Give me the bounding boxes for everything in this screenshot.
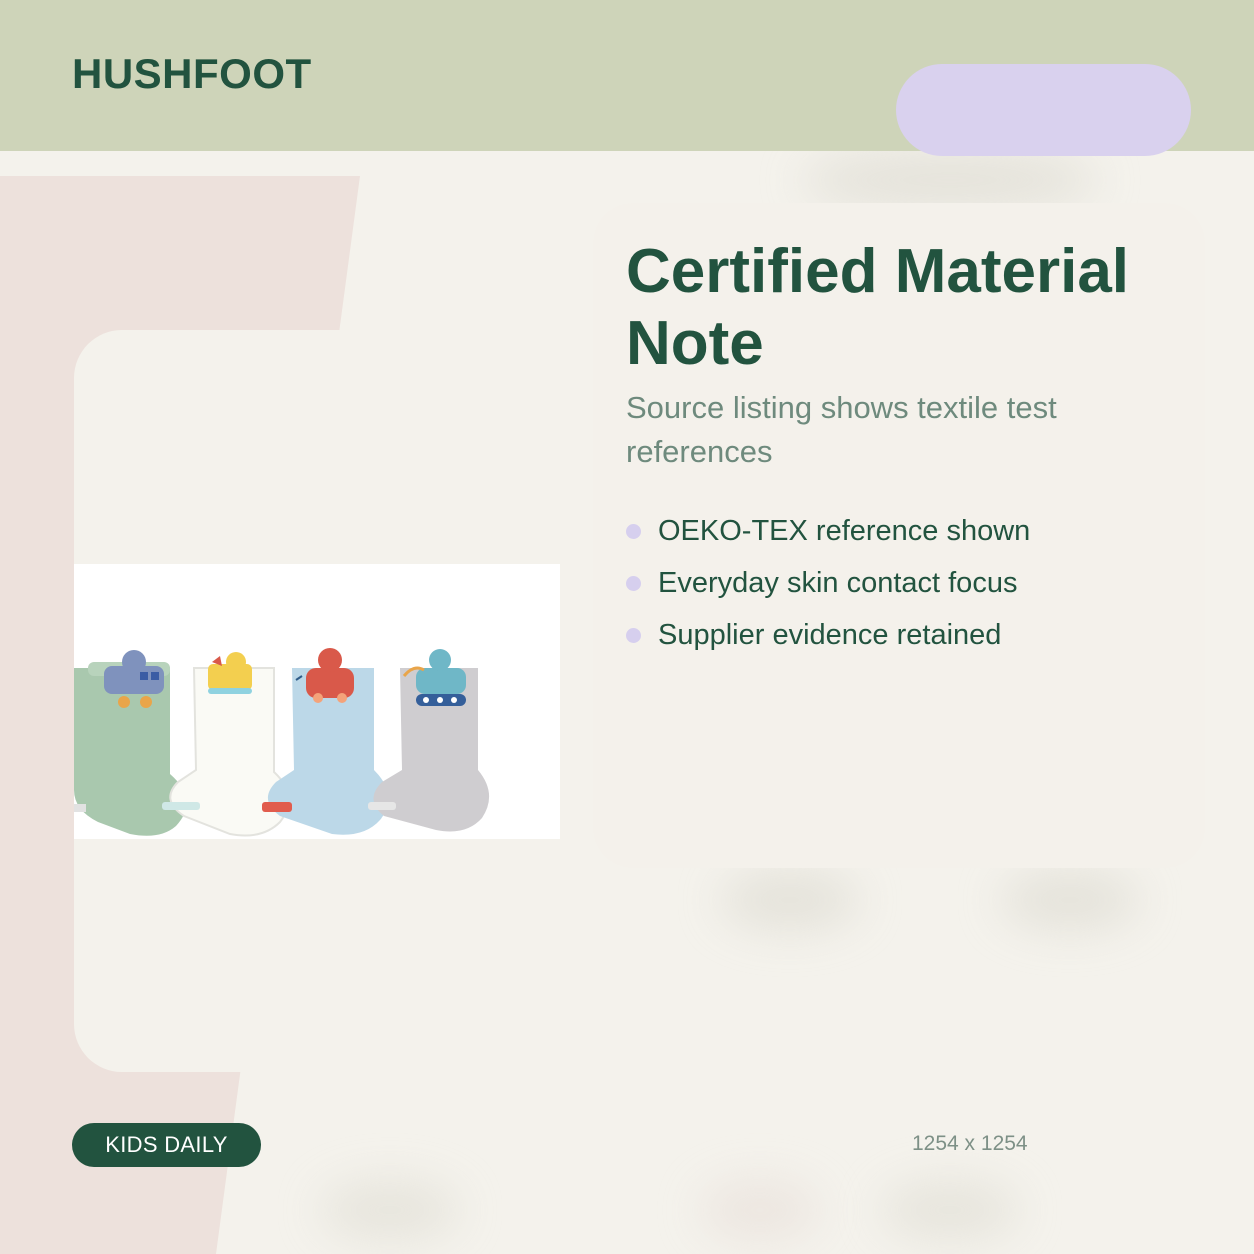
list-item-text: Supplier evidence retained [658, 618, 1002, 651]
background-blur-shape [720, 870, 860, 930]
sock-green [74, 650, 187, 839]
socks-illustration [74, 648, 490, 839]
dimensions-label: 1254 x 1254 [912, 1132, 1028, 1155]
bullet-dot-icon [626, 627, 641, 643]
decorative-pill [896, 64, 1191, 156]
sock-grey [368, 649, 490, 832]
page-title: Certified Material Note [626, 237, 1130, 378]
product-image-card [74, 330, 560, 1072]
background-blur-shape [320, 1180, 460, 1240]
top-banner: HUSHFOOT [0, 0, 1254, 156]
product-photo [74, 564, 560, 839]
category-tag: KIDS DAILY [72, 1123, 261, 1167]
page-subtitle: Source listing shows textile test refere… [626, 390, 1057, 469]
brand-logo: HUSHFOOT [72, 50, 312, 97]
background-blur-shape [880, 1180, 1020, 1240]
list-item: Everyday skin contact focus [626, 557, 1030, 609]
list-item-text: Everyday skin contact focus [658, 566, 1018, 599]
background-blur-shape [700, 1180, 820, 1240]
bullet-dot-icon [626, 575, 641, 591]
background-blur-shape [800, 150, 1100, 210]
feature-list: OEKO-TEX reference shown Everyday skin c… [626, 505, 1030, 661]
category-tag-label: KIDS DAILY [105, 1132, 228, 1157]
list-item-text: OEKO-TEX reference shown [658, 514, 1031, 547]
list-item: OEKO-TEX reference shown [626, 505, 1030, 557]
background-blur-shape [1000, 870, 1140, 930]
bullet-dot-icon [626, 523, 641, 539]
list-item: Supplier evidence retained [626, 609, 1030, 661]
